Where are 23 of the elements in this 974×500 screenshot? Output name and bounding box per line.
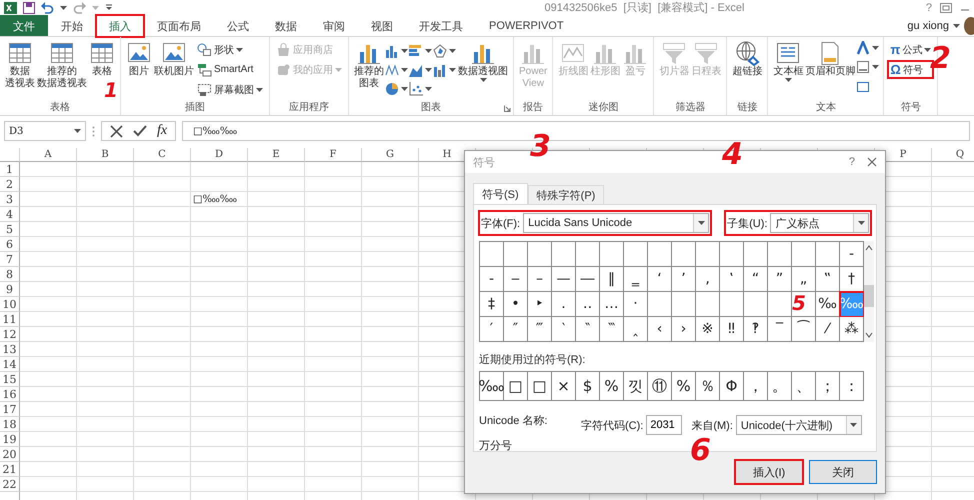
annotation-number: 4	[722, 140, 743, 170]
group-label: 表格	[50, 100, 70, 115]
group-label: 迷你图	[588, 100, 618, 115]
recent-symbols-label: 近期使用过的符号(R):	[479, 353, 586, 367]
group-label: 链接	[737, 100, 758, 115]
char-code-label: 字符代码(C):	[581, 418, 644, 432]
group-label: 筛选器	[675, 100, 706, 115]
unicode-name-label: Unicode 名称:	[479, 414, 548, 428]
group-label: 插图	[185, 101, 205, 115]
unicode-name: 万分号	[479, 439, 513, 453]
from-label: 来自(M):	[691, 418, 733, 432]
group-label: 应用程序	[289, 100, 329, 115]
annotation-number: 5	[792, 293, 806, 313]
dialog-title: 符号	[473, 156, 495, 170]
font-label: 字体(F):	[481, 216, 520, 230]
subset-label: 子集(U):	[727, 216, 768, 230]
group-label: 文本	[816, 100, 836, 115]
group-label: 报告	[523, 100, 544, 115]
annotation-number: 1	[104, 80, 118, 100]
window-title: 091432506ke5 [只读] [兼容模式] - Excel	[543, 0, 746, 15]
group-label: 图表	[421, 100, 441, 115]
annotation-number: 6	[690, 436, 711, 466]
group-label: 符号	[900, 101, 921, 115]
